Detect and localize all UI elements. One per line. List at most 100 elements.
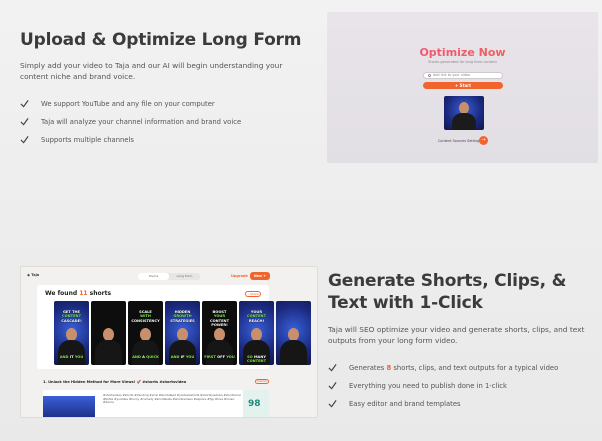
check-icon bbox=[328, 381, 340, 391]
presenter-body bbox=[452, 113, 476, 130]
caption-highlight: QUICK bbox=[146, 355, 159, 359]
feature-label: Generates 8 shorts, clips, and text outp… bbox=[349, 364, 558, 372]
check-icon bbox=[20, 117, 32, 127]
presenter-body bbox=[58, 340, 85, 365]
check-icon bbox=[20, 99, 32, 109]
section1-feature: We support YouTube and any file on your … bbox=[20, 99, 215, 109]
tab-shorts[interactable]: Shorts bbox=[138, 273, 169, 280]
caption-highlight: FIRST bbox=[204, 355, 216, 359]
section1-description: Simply add your video to Taja and our AI… bbox=[20, 61, 283, 81]
caption-highlight: CONTENT bbox=[246, 359, 267, 364]
seo-score: 98 bbox=[248, 399, 261, 409]
thumbnail-caption-top bbox=[276, 310, 311, 319]
caption-highlight: YOU bbox=[185, 355, 195, 359]
caption-text: CASCADE! bbox=[61, 318, 82, 323]
results-heading-suffix: shorts bbox=[87, 290, 112, 297]
optimize-card: Optimize Now Shorts generated for long f… bbox=[327, 12, 598, 163]
results-heading-prefix: We found bbox=[45, 290, 80, 297]
presenter-body bbox=[206, 340, 233, 365]
check-icon bbox=[328, 399, 340, 409]
short-thumbnail[interactable]: SCALE WITH CONSISTENCY AND A QUICK bbox=[128, 301, 163, 365]
link-icon bbox=[428, 74, 431, 77]
thumbnail-caption-top: HIDDEN GROWTH STRATEGIES bbox=[165, 310, 200, 323]
shorts-results-panel: We found 11 shorts • Share GET THE CONTEN… bbox=[37, 285, 311, 369]
new-button[interactable]: New + bbox=[250, 272, 270, 280]
upgrade-link[interactable]: Upgrade bbox=[231, 274, 248, 278]
start-button[interactable]: + Start bbox=[423, 82, 503, 89]
caption-text: OFF bbox=[215, 355, 227, 359]
mode-tabs: Shorts Long Form bbox=[138, 273, 200, 280]
thumbnail-caption-top: GET THE CONTENT CASCADE! bbox=[54, 310, 89, 323]
thumbnail-caption-top: BOOST YOUR CONTENT POWER! bbox=[202, 310, 237, 328]
publish-button[interactable]: Publish bbox=[255, 379, 269, 384]
section1-title: Upload & Optimize Long Form bbox=[20, 30, 302, 50]
short-thumbnail[interactable] bbox=[276, 301, 311, 365]
thumbnail-caption-bottom: AND IF YOU bbox=[165, 355, 200, 359]
feature-label: Taja will analyze your channel informati… bbox=[41, 118, 242, 126]
video-thumbnail bbox=[444, 96, 484, 130]
feature-label: Easy editor and brand templates bbox=[349, 400, 461, 408]
thumbnail-caption-top: SCALE WITH CONSISTENCY bbox=[128, 310, 163, 323]
short-thumbnail[interactable]: HIDDEN GROWTH STRATEGIES AND IF YOU bbox=[165, 301, 200, 365]
caption-highlight: AND bbox=[170, 355, 180, 359]
results-count: 11 bbox=[79, 290, 88, 297]
caption-highlight: YOUR bbox=[213, 314, 226, 319]
share-button[interactable]: • Share bbox=[245, 291, 261, 297]
feature-label: Everything you need to publish done in 1… bbox=[349, 382, 507, 390]
optimize-subtitle: Shorts generated for long form content bbox=[428, 60, 497, 64]
thumbnail-caption-bottom: AND A QUICK bbox=[128, 355, 163, 359]
caption-highlight: YOU bbox=[74, 355, 84, 359]
feature-label: Supports multiple channels bbox=[41, 136, 134, 144]
caption-highlight: YOU bbox=[226, 355, 235, 359]
thumbnail-caption-bottom: AND IT YOU bbox=[54, 355, 89, 359]
caption-text: STRATEGIES bbox=[170, 318, 195, 323]
presenter-body bbox=[169, 340, 196, 365]
feature-label: We support YouTube and any file on your … bbox=[41, 100, 215, 108]
short-row-hashtags: #shortsvideo #shorts #trending #viral #s… bbox=[103, 393, 241, 405]
check-icon bbox=[328, 363, 340, 373]
video-link-placeholder: Add link to your video bbox=[433, 73, 471, 77]
caption-text: CONTENT POWER! bbox=[209, 318, 230, 328]
feature-text: Generates bbox=[349, 364, 387, 372]
go-arrow-button[interactable]: → bbox=[479, 136, 488, 145]
seo-score-badge: 98 bbox=[243, 390, 269, 417]
tab-long-form[interactable]: Long Form bbox=[169, 273, 200, 280]
short-thumbnail[interactable]: GET THE CONTENT CASCADE! AND IT YOU bbox=[54, 301, 89, 365]
thumbnail-caption-bottom: SO MANY CONTENT bbox=[239, 355, 274, 364]
presenter-body bbox=[132, 340, 159, 365]
caption-highlight: AND bbox=[59, 355, 69, 359]
section1-feature: Taja will analyze your channel informati… bbox=[20, 117, 241, 127]
short-thumbnail[interactable]: BOOST YOUR CONTENT POWER! FIRST OFF YOU bbox=[202, 301, 237, 365]
thumbnail-caption-bottom: FIRST OFF YOU bbox=[202, 355, 237, 359]
section2-title: Generate Shorts, Clips, & Text with 1-Cl… bbox=[328, 271, 567, 313]
caption-highlight: CONTENT bbox=[246, 314, 267, 319]
short-thumbnail[interactable] bbox=[91, 301, 126, 365]
section2-description: Taja will SEO optimize your video and ge… bbox=[328, 325, 585, 345]
presenter-body bbox=[95, 340, 122, 365]
section2-feature: Everything you need to publish done in 1… bbox=[328, 381, 507, 391]
thumbnail-caption-top bbox=[91, 310, 126, 319]
caption-highlight: GROWTH bbox=[173, 314, 192, 319]
thumbnail-caption-top: YOUR CONTENT REACH! bbox=[239, 310, 274, 323]
shorts-app-card: ◉ Taja Shorts Long Form Upgrade New + We… bbox=[20, 266, 318, 418]
short-row-thumbnail bbox=[43, 396, 95, 417]
caption-text: REACH! bbox=[248, 318, 265, 323]
video-link-input[interactable]: Add link to your video bbox=[423, 72, 503, 79]
caption-highlight: WITH bbox=[140, 314, 151, 319]
check-icon bbox=[20, 135, 32, 145]
results-heading: We found 11 shorts bbox=[45, 290, 111, 297]
short-thumbnail[interactable]: YOUR CONTENT REACH! SO MANY CONTENT bbox=[239, 301, 274, 365]
presenter-body bbox=[280, 340, 307, 365]
optimize-title: Optimize Now bbox=[327, 46, 598, 59]
section1-feature: Supports multiple channels bbox=[20, 135, 134, 145]
caption-highlight: CONTENT bbox=[61, 314, 82, 319]
caption-highlight: AND bbox=[132, 355, 141, 359]
section2-feature: Generates 8 shorts, clips, and text outp… bbox=[328, 363, 558, 373]
section2-feature: Easy editor and brand templates bbox=[328, 399, 461, 409]
short-row: #shortsvideo #shorts #trending #viral #s… bbox=[43, 390, 269, 417]
feature-text: shorts, clips, and text outputs for a ty… bbox=[391, 364, 559, 372]
short-row-title: 1. Unlock the Hidden Method for More Vie… bbox=[43, 380, 187, 384]
app-logo: ◉ Taja bbox=[27, 273, 40, 277]
shorts-thumbnails: GET THE CONTENT CASCADE! AND IT YOU SCALE WIT… bbox=[54, 301, 311, 365]
caption-text: CONSISTENCY bbox=[131, 318, 160, 323]
